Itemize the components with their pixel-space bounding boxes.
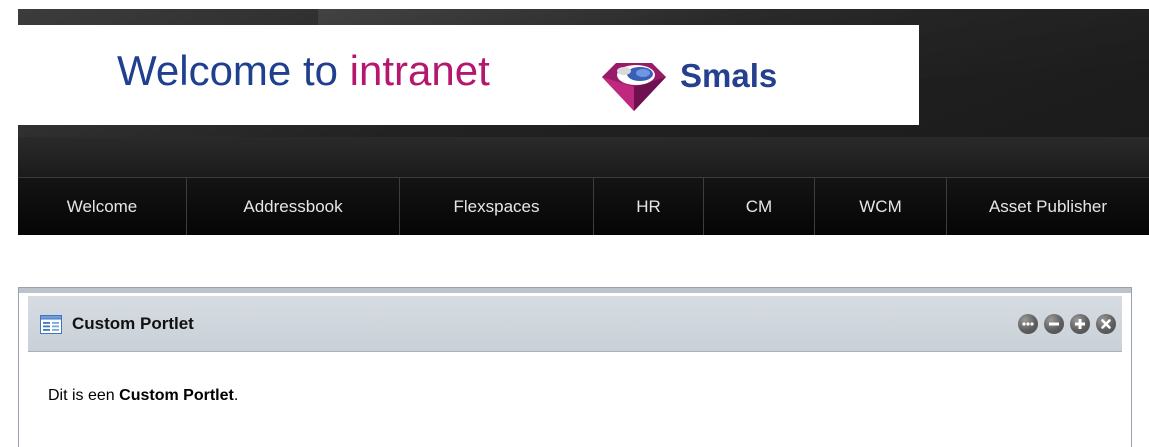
nav-item-welcome[interactable]: Welcome [18, 178, 187, 235]
nav-item-asset-publisher[interactable]: Asset Publisher [947, 178, 1149, 235]
portlet-window-icon [40, 315, 62, 334]
content-prefix: Dit is een [48, 387, 120, 404]
welcome-prefix: Welcome to [117, 47, 338, 94]
welcome-banner: Welcome to intranet Smals [18, 25, 919, 125]
portlet-controls [1018, 314, 1116, 334]
content-suffix: . [233, 387, 239, 404]
smals-logo-icon [602, 63, 666, 111]
banner-welcome-text: Welcome to intranet [117, 46, 490, 96]
brand-name: Smals [680, 57, 778, 94]
close-icon[interactable] [1096, 314, 1116, 334]
site-header: Welcome to intranet Smals [18, 9, 1149, 177]
main-navigation: Welcome Addressbook Flexspaces HR CM WCM… [18, 177, 1149, 235]
portlet-header: Custom Portlet [28, 296, 1122, 352]
welcome-accent: intranet [349, 47, 490, 94]
nav-item-hr[interactable]: HR [594, 178, 704, 235]
custom-portlet: Custom Portlet Dit is een Custom Portlet… [18, 287, 1132, 447]
header-base [18, 137, 1149, 177]
maximize-icon[interactable] [1070, 314, 1090, 334]
options-icon[interactable] [1018, 314, 1038, 334]
nav-item-cm[interactable]: CM [704, 178, 815, 235]
minimize-icon[interactable] [1044, 314, 1064, 334]
portlet-title: Custom Portlet [72, 314, 194, 333]
portlet-content: Dit is een Custom Portlet. [48, 385, 238, 407]
nav-item-wcm[interactable]: WCM [815, 178, 947, 235]
portlet-topbar [19, 288, 1131, 293]
nav-item-flexspaces[interactable]: Flexspaces [400, 178, 594, 235]
content-bold: Custom Portlet [119, 387, 234, 404]
nav-item-addressbook[interactable]: Addressbook [187, 178, 400, 235]
